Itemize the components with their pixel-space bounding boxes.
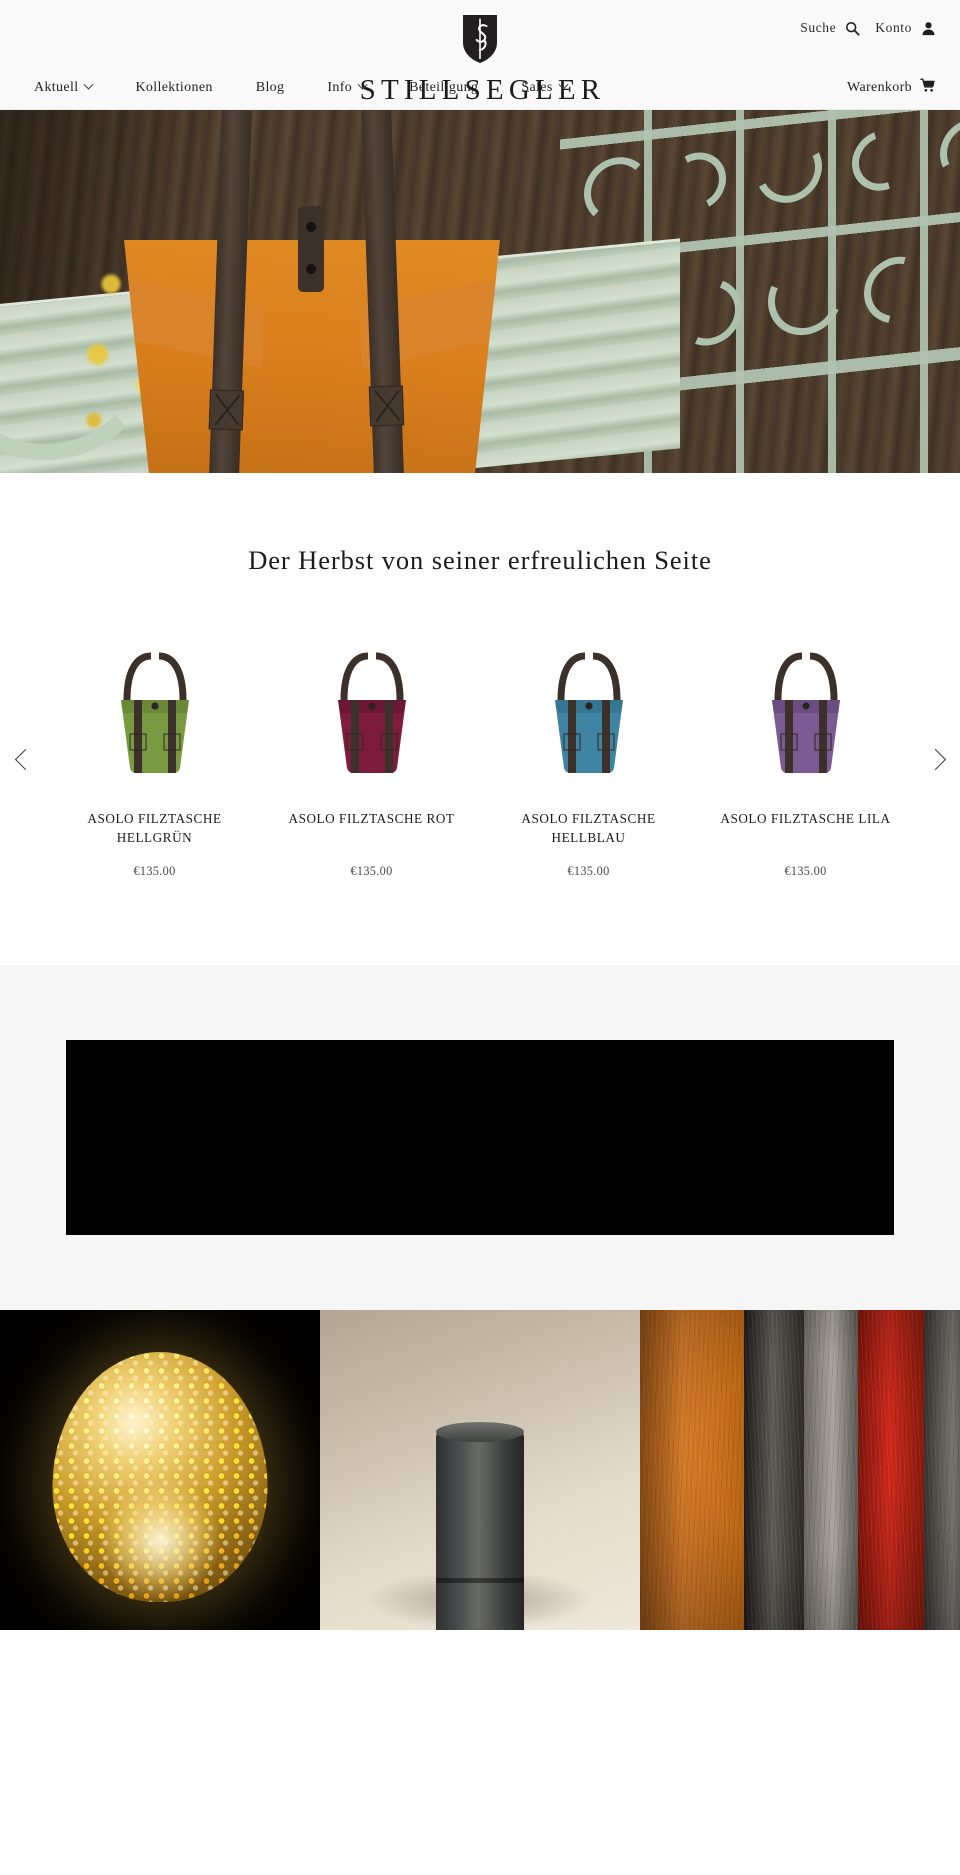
- product-card[interactable]: ASOLO FILZTASCHE ROT €135.00: [263, 628, 480, 879]
- product-card[interactable]: ASOLO FILZTASCHE HELLGRÜN €135.00: [46, 628, 263, 879]
- nav-label: Info: [327, 79, 353, 95]
- site-header: Suche Konto STILLSEGLER Aktuell Kollekti…: [0, 0, 960, 110]
- chevron-right-icon: [924, 748, 946, 770]
- stone-cylinder-top: [436, 1422, 524, 1442]
- nav-label: Sales: [521, 79, 553, 95]
- chevron-down-icon: [558, 79, 569, 90]
- tile-goldene-kugellampe[interactable]: [0, 1310, 320, 1630]
- nav-label: Aktuell: [34, 79, 79, 95]
- product-price: €135.00: [350, 864, 393, 878]
- product-image: [46, 628, 263, 788]
- chevron-down-icon: [84, 79, 94, 90]
- nav-label: Kollektionen: [135, 79, 213, 95]
- nav-label: Beteiligung: [409, 79, 479, 95]
- search-icon[interactable]: [845, 21, 860, 36]
- stone-cylinder-seam: [436, 1578, 524, 1583]
- nav-item-beteiligung[interactable]: Beteiligung: [409, 79, 504, 95]
- product-card[interactable]: ASOLO FILZTASCHE LILA €135.00: [697, 628, 914, 879]
- image-tile-row: [0, 1310, 960, 1630]
- tile-vignette: [640, 1310, 960, 1630]
- product-name: ASOLO FILZTASCHE HELLGRÜN: [87, 811, 222, 845]
- carousel-prev-button[interactable]: [2, 736, 48, 782]
- carousel-next-button[interactable]: [912, 736, 958, 782]
- product-name: ASOLO FILZTASCHE ROT: [288, 811, 455, 826]
- product-carousel: ASOLO FILZTASCHE HELLGRÜN €135.00 ASOLO …: [0, 628, 960, 879]
- lamp-glow: [100, 1480, 220, 1600]
- user-icon[interactable]: [921, 21, 936, 36]
- nav-label: Blog: [255, 79, 285, 95]
- hero-product-bag: [112, 110, 512, 473]
- strap-reinforcement: [208, 389, 245, 431]
- featured-products-section: Der Herbst von seiner erfreulichen Seite: [0, 473, 960, 965]
- tile-filz-farben[interactable]: [640, 1310, 960, 1630]
- account-link[interactable]: Konto: [875, 21, 912, 35]
- product-name: ASOLO FILZTASCHE HELLBLAU: [521, 811, 656, 845]
- product-image: [697, 628, 914, 788]
- nav-item-kollektionen[interactable]: Kollektionen: [135, 79, 238, 95]
- tile-steinzylinder[interactable]: [320, 1310, 640, 1630]
- product-price: €135.00: [567, 864, 610, 878]
- featured-section-title: Der Herbst von seiner erfreulichen Seite: [248, 545, 712, 575]
- stone-cylinder: [436, 1428, 524, 1630]
- hero-banner[interactable]: [0, 110, 960, 473]
- chevron-left-icon: [14, 748, 36, 770]
- hero-bag-closure-tab: [298, 206, 324, 292]
- product-grid: ASOLO FILZTASCHE HELLGRÜN €135.00 ASOLO …: [0, 628, 960, 879]
- video-section: [0, 965, 960, 1310]
- nav-item-sales[interactable]: Sales: [521, 79, 592, 95]
- nav-item-blog[interactable]: Blog: [255, 79, 311, 95]
- product-price: €135.00: [784, 864, 827, 878]
- product-image: [480, 628, 697, 788]
- product-price: €135.00: [133, 864, 176, 878]
- product-name: ASOLO FILZTASCHE LILA: [720, 811, 891, 826]
- shield-s-logo-icon[interactable]: [461, 14, 499, 69]
- nav-item-info[interactable]: Info: [327, 79, 392, 95]
- video-player[interactable]: [66, 1040, 894, 1235]
- search-link[interactable]: Suche: [800, 21, 836, 35]
- product-image: [263, 628, 480, 788]
- nav-item-aktuell[interactable]: Aktuell: [34, 79, 118, 95]
- strap-reinforcement: [368, 385, 405, 427]
- product-card[interactable]: ASOLO FILZTASCHE HELLBLAU €135.00: [480, 628, 697, 879]
- chevron-down-icon: [357, 79, 368, 90]
